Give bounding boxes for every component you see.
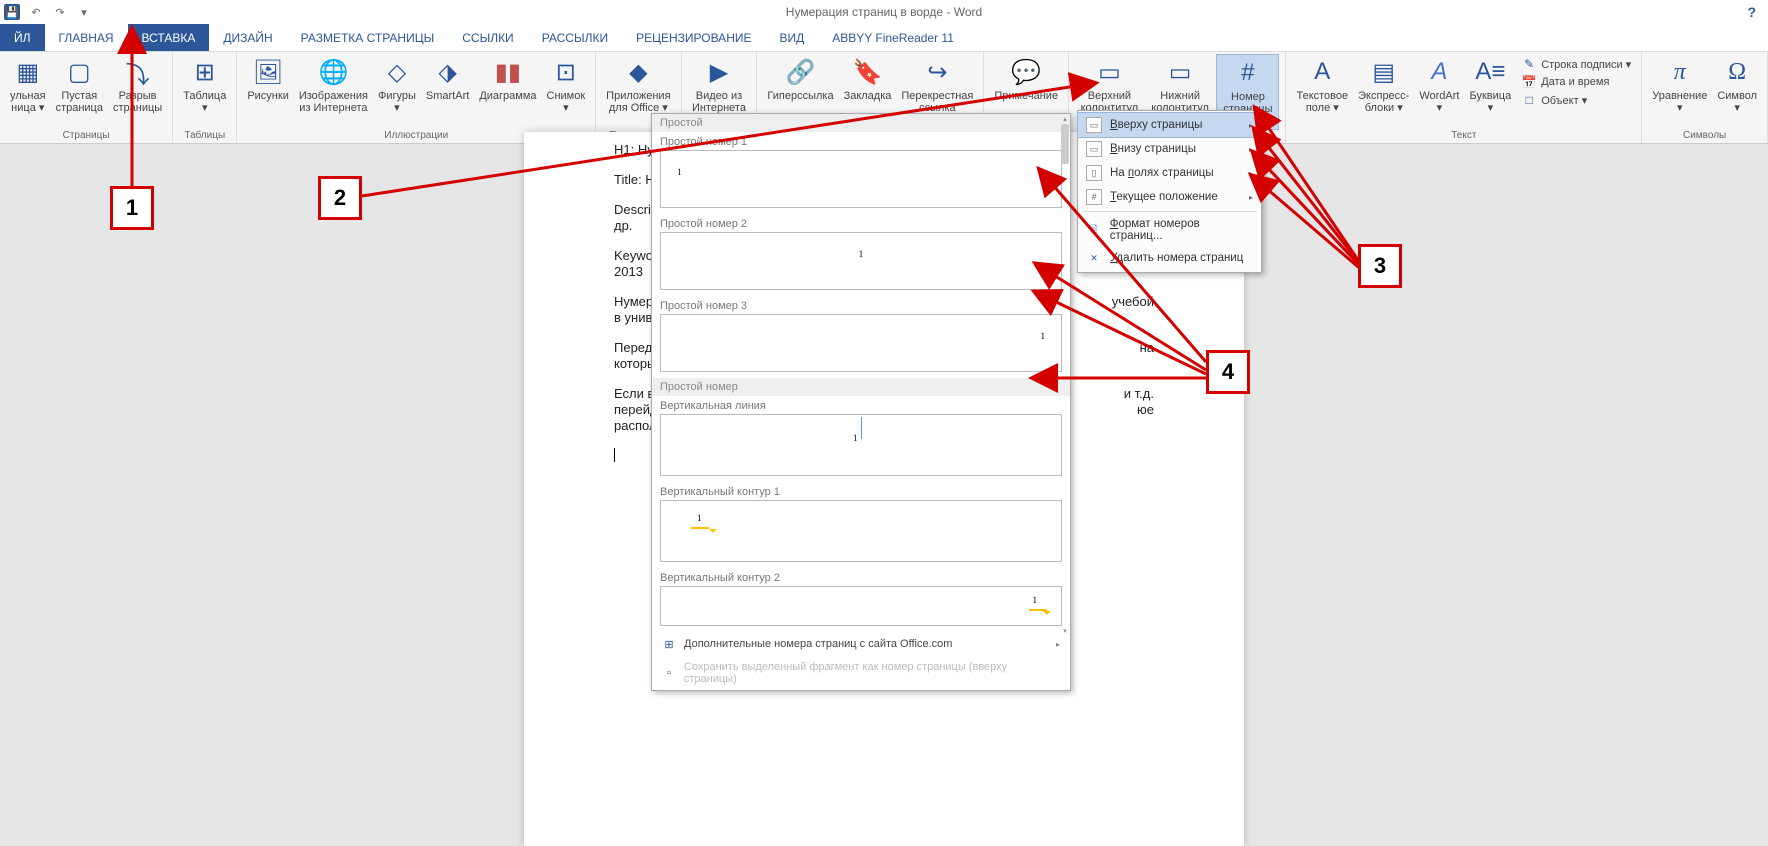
quickparts-button[interactable]: ▤Экспресс- блоки ▾ [1354,54,1413,130]
office-icon: ⊞ [662,637,676,651]
page-bottom-icon: ▭ [1086,141,1102,157]
group-tables: ⊞Таблица ▾ Таблицы [173,52,237,143]
gallery-more-office[interactable]: ⊞ Дополнительные номера страниц с сайта … [652,632,1070,656]
pictures-button[interactable]: 🖼Рисунки [243,54,293,130]
gallery-save-selection: ▫ Сохранить выделенный фрагмент как номе… [652,656,1070,690]
gallery-section-header: Простой [652,114,1070,132]
equation-button[interactable]: πУравнение ▾ [1648,54,1711,130]
annotation-1: 1 [110,186,154,230]
gallery-item-label: Вертикальный контур 1 [660,484,1062,500]
redo-icon[interactable]: ↷ [52,4,68,20]
gallery-item[interactable]: Вертикальный контур 2 1 [652,568,1070,632]
online-pictures-button[interactable]: 🌐Изображения из Интернета [295,54,372,130]
gallery-item-label: Простой номер 2 [660,216,1062,232]
gallery-section-header: Простой номер [652,378,1070,396]
tab-review[interactable]: РЕЦЕНЗИРОВАНИЕ [622,24,765,51]
textbox-button[interactable]: AТекстовое поле ▾ [1292,54,1352,130]
separator [1082,211,1257,212]
shapes-button[interactable]: ◇Фигуры ▾ [374,54,420,130]
gallery-item[interactable]: Вертикальная линия 1 [652,396,1070,482]
gallery-scrollbar[interactable]: ▴ ▾ [1060,114,1070,636]
smartart-button[interactable]: ⬗SmartArt [422,54,473,130]
undo-icon[interactable]: ↶ [28,4,44,20]
current-position-icon: # [1086,189,1102,205]
page-margins-icon: ▯ [1086,165,1102,181]
tab-design[interactable]: ДИЗАЙН [209,24,286,51]
tab-home[interactable]: ГЛАВНАЯ [45,24,128,51]
tab-view[interactable]: ВИД [765,24,818,51]
scroll-up-icon[interactable]: ▴ [1060,114,1070,124]
save-icon[interactable]: 💾 [4,4,20,20]
help-icon[interactable]: ? [1747,4,1756,20]
group-pages: ▦ульная ница ▾ ▢Пустая страница ⤵Разрыв … [0,52,173,143]
gallery-footer: ⊞ Дополнительные номера страниц с сайта … [652,632,1070,690]
annotation-2: 2 [318,176,362,220]
tab-file[interactable]: ЙЛ [0,24,45,51]
gallery-item-label: Вертикальный контур 2 [660,570,1062,586]
tab-references[interactable]: ССЫЛКИ [448,24,527,51]
tab-abbyy[interactable]: ABBYY FineReader 11 [818,24,968,51]
annotation-4: 4 [1206,350,1250,394]
annotation-3: 3 [1358,244,1402,288]
gallery-item[interactable]: Простой номер 1 1 [652,132,1070,214]
qat-customize-icon[interactable]: ▾ [76,4,92,20]
gallery-item[interactable]: Простой номер 2 1 [652,214,1070,296]
gallery-item-label: Простой номер 1 [660,134,1062,150]
page-number-gallery: Простой Простой номер 1 1 Простой номер … [651,113,1071,691]
submenu-remove-numbers[interactable]: ✕ Удалить номера страниц [1078,246,1261,270]
title-bar: 💾 ↶ ↷ ▾ Нумерация страниц в ворде - Word… [0,0,1768,24]
submenu-top-of-page[interactable]: ▭ Вверху страницы ▸ [1077,112,1262,138]
tab-insert[interactable]: ВСТАВКА [128,24,210,51]
submenu-bottom-of-page[interactable]: ▭ Внизу страницы ▸ [1078,137,1261,161]
window-title: Нумерация страниц в ворде - Word [786,5,982,19]
scroll-down-icon[interactable]: ▾ [1060,626,1070,636]
submenu-current-position[interactable]: # Текущее положение ▸ [1078,185,1261,209]
group-label: Текст [1451,130,1476,143]
gallery-item[interactable]: Простой номер 3 1 [652,296,1070,378]
blank-page-button[interactable]: ▢Пустая страница [52,54,107,130]
ribbon-tabs: ЙЛ ГЛАВНАЯ ВСТАВКА ДИЗАЙН РАЗМЕТКА СТРАН… [0,24,1768,52]
group-text: AТекстовое поле ▾ ▤Экспресс- блоки ▾ AWo… [1286,52,1642,143]
save-icon: ▫ [662,666,676,680]
tab-mailings[interactable]: РАССЫЛКИ [528,24,622,51]
group-label: Иллюстрации [384,130,448,143]
gallery-item[interactable]: Вертикальный контур 1 1 [652,482,1070,568]
tab-layout[interactable]: РАЗМЕТКА СТРАНИЦЫ [287,24,449,51]
gallery-item-label: Простой номер 3 [660,298,1062,314]
quick-access-toolbar: 💾 ↶ ↷ ▾ [0,4,92,20]
remove-icon: ✕ [1086,250,1102,266]
group-illustrations: 🖼Рисунки 🌐Изображения из Интернета ◇Фигу… [237,52,596,143]
cover-page-button[interactable]: ▦ульная ница ▾ [6,54,50,130]
group-label: Страницы [63,130,110,143]
gallery-item-label: Вертикальная линия [660,398,1062,414]
date-time-button[interactable]: 📅Дата и время [1521,74,1631,90]
group-label: Таблицы [184,130,225,143]
submenu-page-margins[interactable]: ▯ На полях страницы ▸ [1078,161,1261,185]
page-break-button[interactable]: ⤵Разрыв страницы [109,54,166,130]
group-label: Символы [1683,130,1726,143]
signature-line-button[interactable]: ✎Строка подписи ▾ [1521,56,1631,72]
wordart-button[interactable]: AWordArt ▾ [1415,54,1463,130]
object-button[interactable]: □Объект ▾ [1521,92,1631,108]
format-icon: 🗎 [1086,222,1102,238]
group-symbols: πУравнение ▾ ΩСимвол ▾ Символы [1642,52,1768,143]
page-top-icon: ▭ [1086,117,1102,133]
submenu-format-numbers[interactable]: 🗎 Формат номеров страниц... [1078,214,1261,246]
table-button[interactable]: ⊞Таблица ▾ [179,54,230,130]
page-number-submenu: ▭ Вверху страницы ▸ ▭ Внизу страницы ▸ ▯… [1077,110,1262,273]
dropcap-button[interactable]: A≡Буквица ▾ [1465,54,1515,130]
chart-button[interactable]: ▮▮Диаграмма [475,54,540,130]
screenshot-button[interactable]: ⊡Снимок ▾ [543,54,590,130]
symbol-button[interactable]: ΩСимвол ▾ [1713,54,1761,130]
scroll-thumb[interactable] [1061,124,1069,164]
